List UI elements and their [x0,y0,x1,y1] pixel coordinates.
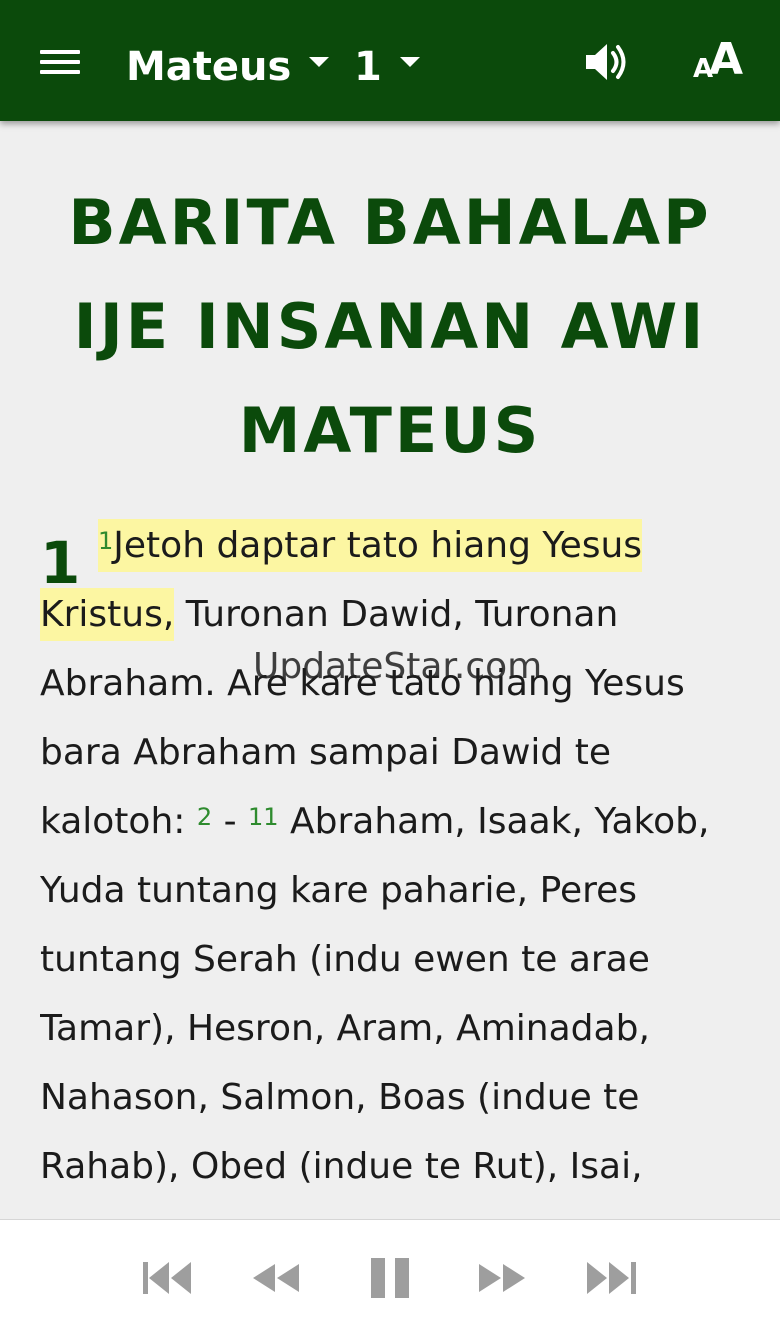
fast-forward-icon[interactable] [477,1258,529,1298]
chapter-number: 1 [40,529,81,597]
skip-previous-icon[interactable] [141,1258,195,1298]
book-selector[interactable]: Mateus [126,42,330,92]
verse-text-segment: Abraham, Isaak, Yakob, Yuda tuntang kare… [40,801,710,1187]
text-size-icon[interactable]: A A [693,38,749,86]
menu-line [40,70,80,74]
volume-icon[interactable] [582,40,630,84]
pause-icon[interactable] [368,1258,412,1298]
verse-number: 11 [248,803,279,831]
text-size-large-glyph: A [709,34,744,85]
caret-down-icon [309,57,330,67]
verse-number: 1 [98,527,114,555]
book-title: BARITA BAHALAP IJE INSANAN AWI MATEUS [68,186,712,467]
caret-down-icon [399,57,420,67]
verse-number: 2 [196,803,213,831]
menu-line [40,60,80,64]
verse-text: 1Jetoh daptar tato hiang Yesus Kristus, … [40,511,740,1201]
chapter-block: 1 1Jetoh daptar tato hiang Yesus Kristus… [40,511,740,1201]
skip-next-icon[interactable] [585,1258,639,1298]
book-label: Mateus [126,44,292,90]
app-bar: Mateus 1 A A [0,0,780,121]
menu-icon[interactable] [38,46,82,78]
verse-range-separator: - [212,801,249,842]
menu-line [40,50,80,54]
audio-player-bar [0,1219,780,1335]
chapter-label: 1 [354,44,382,90]
chapter-selector[interactable]: 1 [354,42,420,92]
rewind-icon[interactable] [249,1258,301,1298]
reader-content[interactable]: BARITA BAHALAP IJE INSANAN AWI MATEUS 1 … [40,121,740,1219]
